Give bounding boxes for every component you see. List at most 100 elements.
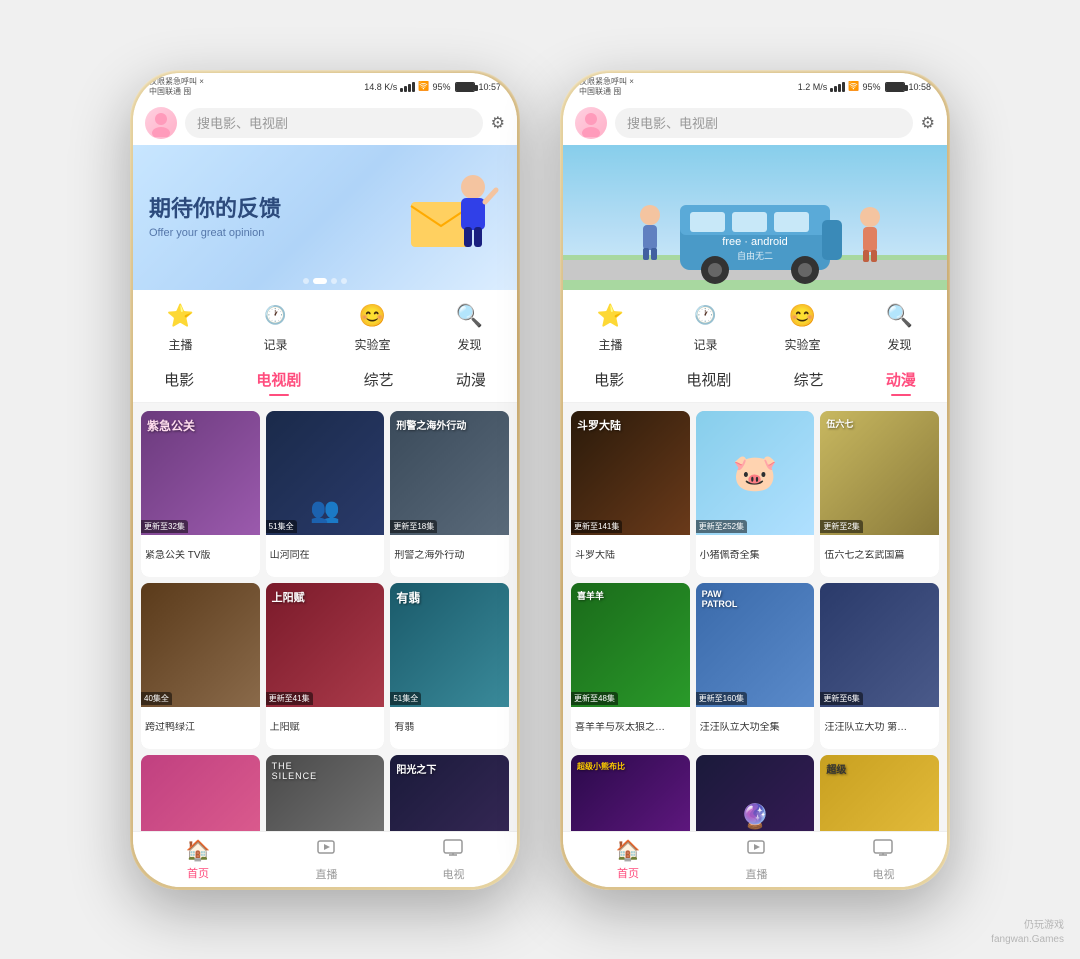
anchor-label-left: 主播 [168,336,192,353]
anchor-label-right: 主播 [598,336,622,353]
cat-variety-right[interactable]: 综艺 [794,369,824,394]
lab-icon-right: 😊 [786,300,818,332]
tab-home-right[interactable]: 🏠 首页 [616,838,641,881]
card-xiyangyang-right[interactable]: 喜羊羊 更新至48集 喜羊羊与灰太狼之… [571,583,690,749]
cat-variety-left[interactable]: 综艺 [364,369,394,394]
discover-label-right: 发现 [887,336,911,353]
record-label-left: 记录 [263,336,287,353]
signal-left [400,82,415,92]
battery-icon-right [885,82,905,92]
search-placeholder-left: 搜电影、电视剧 [197,113,288,132]
network-type-right: 🛜 [848,81,859,92]
battery-left: 95% [432,82,450,92]
nav-lab-left[interactable]: 😊 实验室 [354,300,390,353]
search-bar-right: 搜电影、电视剧 ⚙ [563,101,947,145]
card-magic-right[interactable]: 🔮 [696,755,815,831]
home-icon-right: 🏠 [616,838,641,863]
card-misc3-left[interactable]: 阳光之下 [390,755,509,831]
card-wuliuqi-right[interactable]: 伍六七 更新至2集 伍六七之玄武国篇 [820,411,939,577]
time-left: 10:57 [478,82,501,92]
battery-icon-left [455,82,475,92]
home-label-left: 首页 [187,865,209,881]
card-pawpatrol2-right[interactable]: 更新至6集 汪汪队立大功 第… [820,583,939,749]
card-yalu-left[interactable]: 40集全 跨过鸭绿江 [141,583,260,749]
status-bar-right: 仅限紧急呼叫 × 中国联通 囤 1.2 M/s 🛜 95% 10:58 [563,73,947,101]
svg-text:自由无二: 自由无二 [737,250,773,261]
grid-row-1-right: 斗罗大陆 更新至141集 斗罗大陆 🐷 更新至252集 小猪佩奇全集 [571,411,939,577]
avatar-left[interactable] [145,107,177,139]
banner-right-phone: free · android 自由无二 [563,145,947,290]
card-douluodalu-right[interactable]: 斗罗大陆 更新至141集 斗罗大陆 [571,411,690,577]
tab-home-left[interactable]: 🏠 首页 [186,838,211,881]
nav-anchor-left[interactable]: ⭐ 主播 [164,300,196,353]
card-xingj-left[interactable]: 刑警之海外行动 更新至18集 刑警之海外行动 [390,411,509,577]
lab-icon-left: 😊 [356,300,388,332]
signal-right [830,82,845,92]
lab-label-right: 实验室 [784,336,820,353]
cat-tvdrama-left[interactable]: 电视剧 [256,369,301,394]
settings-icon-left[interactable]: ⚙ [491,113,505,133]
home-icon-left: 🏠 [186,838,211,863]
card-misc1-left[interactable] [141,755,260,831]
nav-discover-left[interactable]: 🔍 发现 [453,300,485,353]
live-label-left: 直播 [315,866,337,882]
avatar-right[interactable] [575,107,607,139]
live-icon-right [745,836,767,864]
grid-row-2-right: 喜羊羊 更新至48集 喜羊羊与灰太狼之… PAWPATROL 更新至160集 汪… [571,583,939,749]
grid-row-2-left: 40集全 跨过鸭绿江 上阳赋 更新至41集 上阳赋 [141,583,509,749]
network-type-left: 🛜 [418,81,429,92]
cat-tvdrama-right[interactable]: 电视剧 [686,369,731,394]
tab-tv-right[interactable]: 电视 [872,836,894,882]
record-icon-left: 🕐 [259,300,291,332]
card-pawpatrol-right[interactable]: PAWPATROL 更新至160集 汪汪队立大功全集 [696,583,815,749]
banner-main-title-left: 期待你的反馈 [149,195,401,224]
time-right: 10:58 [908,82,931,92]
card-yellow-right[interactable]: 超级 [820,755,939,831]
dots-indicator-left [303,278,347,284]
card-shanhe-left[interactable]: 51集全 👥 山河同在 [266,411,385,577]
cat-anime-right[interactable]: 动漫 [886,369,916,394]
settings-icon-right[interactable]: ⚙ [921,113,935,133]
nav-lab-right[interactable]: 😊 实验室 [784,300,820,353]
tab-live-left[interactable]: 直播 [315,836,337,882]
banner-left: 期待你的反馈 Offer your great opinion [133,145,517,290]
banner-svg-right: free · android 自由无二 [563,145,947,290]
nav-record-left[interactable]: 🕐 记录 [259,300,291,353]
nav-record-right[interactable]: 🕐 记录 [689,300,721,353]
nav-discover-right[interactable]: 🔍 发现 [883,300,915,353]
grid-row-3-right: 超级小熊布比 超级小熊布比 🔮 超级 [571,755,939,831]
cat-movie-left[interactable]: 电影 [164,369,194,394]
card-misc2-left[interactable]: THESILENCE 阳光之下 [266,755,385,831]
card-peppa-right[interactable]: 🐷 更新至252集 小猪佩奇全集 [696,411,815,577]
live-label-right: 直播 [745,866,767,882]
nav-anchor-right[interactable]: ⭐ 主播 [594,300,626,353]
phone-right: 仅限紧急呼叫 × 中国联通 囤 1.2 M/s 🛜 95% 10:58 [560,70,950,890]
content-grid-right: 斗罗大陆 更新至141集 斗罗大陆 🐷 更新至252集 小猪佩奇全集 [563,403,947,831]
tv-label-right: 电视 [872,866,894,882]
anchor-icon-left: ⭐ [164,300,196,332]
banner-illustration-left [401,162,501,272]
watermark: 仍玩游戏fangwan.Games [991,919,1064,947]
live-icon-left [315,836,337,864]
card-shangyangfu-left[interactable]: 上阳赋 更新至41集 上阳赋 [266,583,385,749]
search-input-right[interactable]: 搜电影、电视剧 [615,108,913,138]
discover-icon-left: 🔍 [453,300,485,332]
tab-live-right[interactable]: 直播 [745,836,767,882]
tv-icon-right [872,836,894,864]
cat-movie-right[interactable]: 电影 [594,369,624,394]
category-tabs-left: 电影 电视剧 综艺 动漫 [133,361,517,403]
anchor-icon-right: ⭐ [594,300,626,332]
card-jijin-left[interactable]: 紫急公关 更新至32集 紧急公关 TV版 [141,411,260,577]
grid-row-1-left: 紫急公关 更新至32集 紧急公关 TV版 51集全 👥 山河同在 [141,411,509,577]
quick-nav-right: ⭐ 主播 🕐 记录 😊 实验室 🔍 发现 [563,290,947,361]
search-input-left[interactable]: 搜电影、电视剧 [185,108,483,138]
search-placeholder-right: 搜电影、电视剧 [627,113,718,132]
network-speed-left: 14.8 K/s [364,82,397,92]
tab-tv-left[interactable]: 电视 [442,836,464,882]
grid-row-3-left: THESILENCE 阳光之下 阳光之下 [141,755,509,831]
card-youfei-left[interactable]: 有翡 51集全 有翡 [390,583,509,749]
cat-anime-left[interactable]: 动漫 [456,369,486,394]
banner-text-left: 期待你的反馈 Offer your great opinion [149,195,401,240]
lab-label-left: 实验室 [354,336,390,353]
card-chaoji-right[interactable]: 超级小熊布比 超级小熊布比 [571,755,690,831]
